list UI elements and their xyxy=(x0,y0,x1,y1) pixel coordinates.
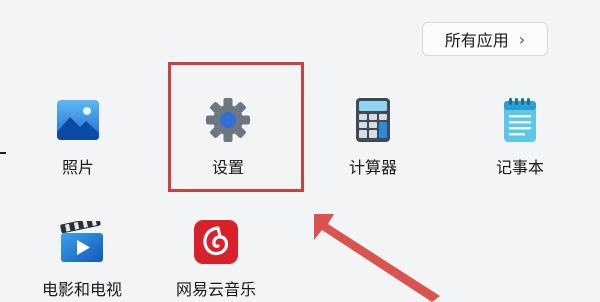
notepad-icon xyxy=(496,96,544,144)
partial-offscreen-app-fragment xyxy=(0,152,6,154)
app-netease-music[interactable]: 网易云音乐 xyxy=(176,218,256,300)
app-label-photos: 照片 xyxy=(61,158,94,177)
movies-tv-icon xyxy=(58,218,106,266)
annotation-arrow-icon xyxy=(314,214,440,302)
app-photos[interactable]: 照片 xyxy=(54,96,102,178)
app-label-notepad: 记事本 xyxy=(496,158,545,177)
all-apps-button[interactable]: 所有应用 › xyxy=(422,22,548,56)
chevron-right-icon: › xyxy=(518,29,526,49)
app-movies-tv[interactable]: 电影和电视 xyxy=(42,218,122,300)
settings-highlight-box xyxy=(168,62,304,192)
all-apps-label: 所有应用 xyxy=(444,31,509,50)
app-label-calculator: 计算器 xyxy=(349,158,398,177)
app-label-movies-tv: 电影和电视 xyxy=(42,280,123,299)
app-notepad[interactable]: 记事本 xyxy=(496,96,544,178)
app-label-netease-music: 网易云音乐 xyxy=(176,280,257,299)
photos-icon xyxy=(54,96,102,144)
calculator-icon xyxy=(349,96,397,144)
app-calculator[interactable]: 计算器 xyxy=(349,96,397,178)
netease-music-icon xyxy=(192,218,240,266)
